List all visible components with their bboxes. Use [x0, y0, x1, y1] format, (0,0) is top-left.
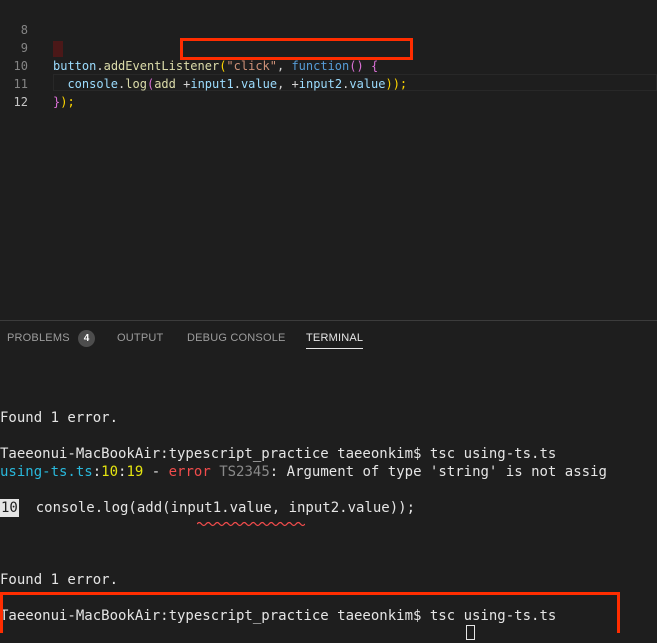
- error-col-num: 19: [126, 464, 144, 480]
- tab-terminal[interactable]: TERMINAL: [306, 332, 364, 349]
- terminal-line: Found 1 error.: [0, 410, 119, 426]
- error-file: using-ts.ts: [0, 464, 93, 480]
- terminal-error-line: using-ts.ts:10:19 - error TS2345: Argume…: [0, 463, 657, 481]
- code-editor[interactable]: 8 9 button.addEventListener("click", fun…: [0, 0, 657, 320]
- token: -: [143, 464, 169, 480]
- tab-debug-console[interactable]: DEBUG CONSOLE: [187, 332, 286, 344]
- token: :: [92, 464, 102, 480]
- snippet-line-number: 10: [0, 499, 19, 517]
- code-text: });: [53, 93, 75, 111]
- terminal-line: Found 1 error.: [0, 572, 119, 588]
- problems-count-badge: 4: [78, 330, 95, 347]
- error-label: error: [168, 464, 211, 480]
- panel-tabs: PROBLEMS 4 OUTPUT DEBUG CONSOLE TERMINAL: [0, 321, 657, 357]
- error-line-num: 10: [101, 464, 119, 480]
- annotation-highlight-box: [180, 38, 413, 60]
- token: );: [60, 95, 75, 109]
- annotation-highlight-box: [0, 592, 620, 633]
- code-line-12[interactable]: 12: [0, 75, 657, 109]
- error-squiggle-icon: [197, 521, 305, 527]
- tab-problems[interactable]: PROBLEMS: [7, 332, 70, 344]
- terminal-prompt: Taeeonui-MacBookAir:typescript_practice …: [0, 446, 557, 462]
- code-line-9[interactable]: 9 button.addEventListener("click", funct…: [0, 21, 657, 73]
- line-number: 12: [13, 95, 28, 109]
- tab-output[interactable]: OUTPUT: [117, 332, 163, 344]
- error-message: : Argument of type 'string' is not assig: [269, 464, 607, 480]
- code-line-8[interactable]: 8: [0, 3, 657, 37]
- error-code: TS2345: [210, 464, 270, 480]
- snippet-code: console.log(add(input1.value, input2.val…: [18, 500, 416, 516]
- terminal-snippet: 10 console.log(add(input1.value, input2.…: [0, 499, 657, 517]
